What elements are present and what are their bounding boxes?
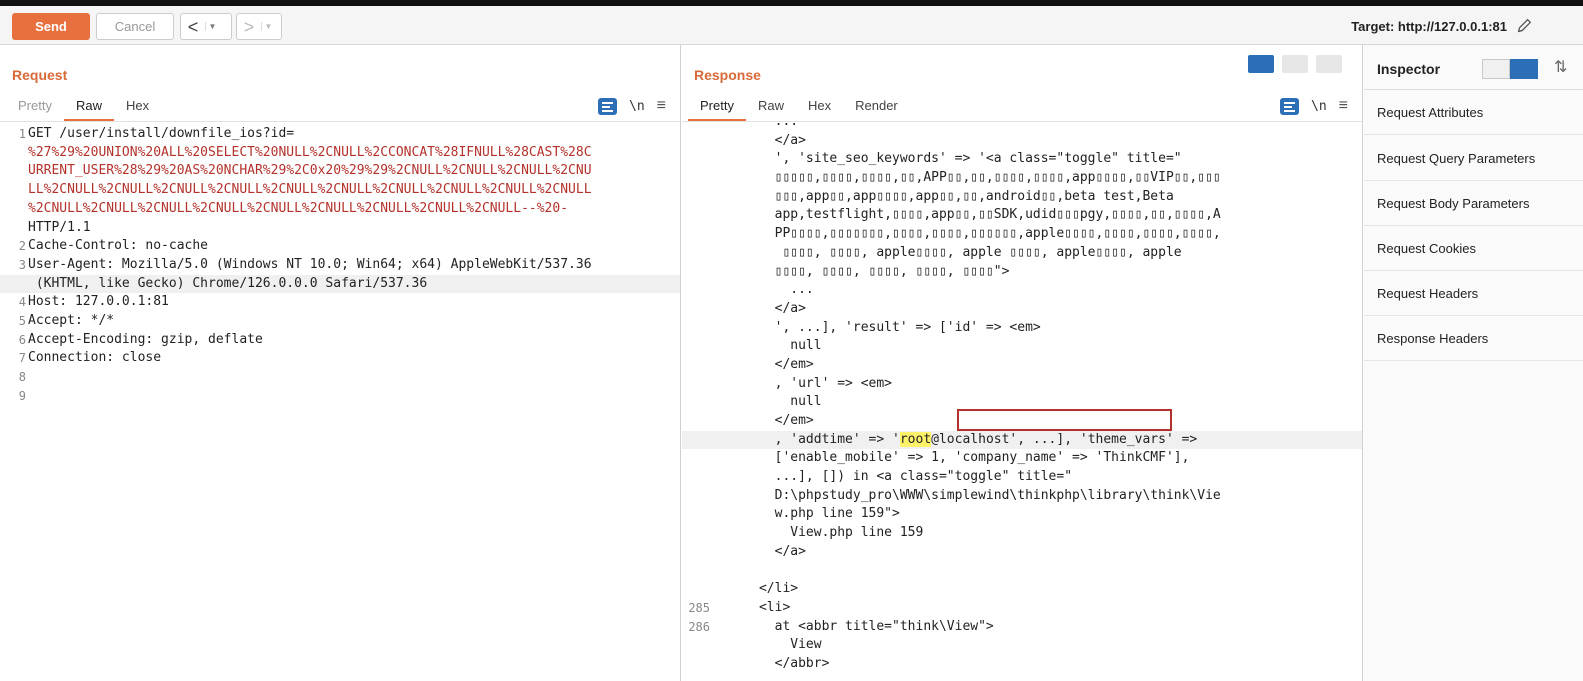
split-view-icon[interactable] <box>1248 55 1274 73</box>
code-line: </li> <box>712 581 799 597</box>
request-title: Request <box>12 67 68 83</box>
forward-button-group[interactable]: > ▼ <box>236 13 282 40</box>
code-line: </a> <box>712 300 806 316</box>
tab-hex[interactable]: Hex <box>114 95 161 121</box>
highlighted-token: root <box>899 431 932 447</box>
code-line: , 'url' => <em> <box>712 375 893 391</box>
code-line: View <box>712 637 822 653</box>
code-line: </abbr> <box>712 655 830 671</box>
request-tabs: Pretty Raw Hex <box>6 95 161 121</box>
code-line: ... <box>712 114 799 129</box>
inspector-title: Inspector <box>1377 61 1441 77</box>
word-wrap-icon[interactable] <box>1280 97 1299 115</box>
response-title: Response <box>694 67 761 83</box>
code-line: LL%2CNULL%2CNULL%2CNULL%2CNULL%2CNULL%2C… <box>28 182 592 198</box>
pencil-icon[interactable] <box>1515 16 1533 36</box>
back-button-group[interactable]: < ▼ <box>180 13 232 40</box>
send-button[interactable]: Send <box>12 13 90 40</box>
code-line: ▯▯▯▯, ▯▯▯▯, apple▯▯▯▯, apple ▯▯▯▯, apple… <box>712 244 1182 260</box>
code-line: ...], []) in <a class="toggle" title=" <box>712 469 1073 485</box>
code-line: 6 Accept-Encoding: gzip, deflate <box>18 331 263 347</box>
inspector-pane: Inspector ⇅ Request Attributes Request Q… <box>1364 45 1583 681</box>
target-label: Target: http://127.0.0.1:81 <box>1351 19 1507 34</box>
code-line: View.php line 159 <box>712 525 924 541</box>
tab-pretty[interactable]: Pretty <box>6 95 64 121</box>
inspector-item-request-headers[interactable]: Request Headers <box>1364 271 1583 316</box>
code-line: ['enable_mobile' => 1, 'company_name' =>… <box>712 450 1190 466</box>
inspector-item-request-body-parameters[interactable]: Request Body Parameters <box>1364 181 1583 226</box>
code-line: 1 GET /user/install/downfile_ios?id= <box>18 126 295 141</box>
code-line: 9 <box>18 388 26 403</box>
forward-dropdown-icon[interactable]: ▼ <box>261 22 275 31</box>
code-line: </a> <box>712 543 806 559</box>
code-line: </em> <box>712 356 814 372</box>
code-line: 5 Accept: */* <box>18 313 115 329</box>
layout-toggle <box>1248 55 1342 73</box>
menu-icon[interactable]: ≡ <box>657 97 666 115</box>
code-line: D:\phpstudy_pro\WWW\simplewind\thinkphp\… <box>712 487 1221 503</box>
inspector-layout-toggle[interactable] <box>1482 59 1538 79</box>
inspector-item-request-cookies[interactable]: Request Cookies <box>1364 226 1583 271</box>
code-line: 286 at <abbr title="think\View"> <box>688 618 994 634</box>
code-line: ... <box>712 282 814 298</box>
layout-left-icon[interactable] <box>1482 59 1510 79</box>
response-viewer[interactable]: ... </a> ', 'site_seo_keywords' => '<a c… <box>682 113 1362 681</box>
code-line: 3 User-Agent: Mozilla/5.0 (Windows NT 10.… <box>18 256 592 272</box>
code-line-highlighted: (KHTML, like Gecko) Chrome/126.0.0.0 Saf… <box>0 274 680 294</box>
code-line: null <box>712 338 822 354</box>
inspector-item-response-headers[interactable]: Response Headers <box>1364 316 1583 361</box>
code-line: 4 Host: 127.0.0.1:81 <box>18 294 169 310</box>
code-line: HTTP/1.1 <box>28 219 91 235</box>
inspector-header: Inspector ⇅ <box>1364 45 1583 90</box>
horizontal-view-icon[interactable] <box>1282 55 1308 73</box>
forward-arrow-icon[interactable]: > <box>237 18 261 36</box>
tab-raw[interactable]: Raw <box>63 95 114 121</box>
back-dropdown-icon[interactable]: ▼ <box>205 22 219 31</box>
request-pane: Request Pretty Raw Hex \n ≡ 1 GET /user/i… <box>0 45 681 681</box>
code-line: w.php line 159"> <box>712 506 900 522</box>
code-line: ▯▯▯,app▯▯,app▯▯▯▯,app▯▯,▯▯,android▯▯,bet… <box>712 188 1174 204</box>
code-line: PP▯▯▯▯,▯▯▯▯▯▯▯,▯▯▯▯,▯▯▯▯,▯▯▯▯▯▯,apple▯▯▯… <box>712 226 1221 242</box>
code-line: 2 Cache-Control: no-cache <box>18 238 209 254</box>
code-line-highlighted: , 'addtime' => 'root@localhost', ...], '… <box>682 430 1362 450</box>
inspector-item-request-attributes[interactable]: Request Attributes <box>1364 90 1583 135</box>
newline-icon[interactable]: \n <box>629 99 645 114</box>
newline-icon[interactable]: \n <box>1311 99 1327 114</box>
cancel-button[interactable]: Cancel <box>96 13 174 40</box>
code-line: ', ...], 'result' => ['id' => <em> <box>712 319 1041 335</box>
code-line: app,testflight,▯▯▯▯,app▯▯,▯▯SDK,udid▯▯▯p… <box>712 207 1221 223</box>
inspector-settings-icon[interactable]: ⇅ <box>1554 57 1567 77</box>
code-line: </a> <box>712 132 806 148</box>
highlight-box <box>957 409 1172 431</box>
back-arrow-icon[interactable]: < <box>181 18 205 36</box>
response-pane: Response Pretty Raw Hex Render \n ≡ ... … <box>682 45 1363 681</box>
code-line: 7 Connection: close <box>18 350 162 366</box>
layout-right-icon[interactable] <box>1510 59 1538 79</box>
code-line: %27%29%20UNION%20ALL%20SELECT%20NULL%2CN… <box>28 144 592 160</box>
top-toolbar: Send Cancel < ▼ > ▼ Target: http://127.0… <box>0 0 1583 45</box>
single-view-icon[interactable] <box>1316 55 1342 73</box>
request-editor[interactable]: 1 GET /user/install/downfile_ios?id= %27%… <box>0 123 680 681</box>
code-line: 285 <li> <box>688 599 791 615</box>
code-line: URRENT_USER%28%29%20AS%20NCHAR%29%2C0x20… <box>28 163 592 179</box>
code-line: ', 'site_seo_keywords' => '<a class="tog… <box>712 151 1182 167</box>
word-wrap-icon[interactable] <box>598 97 617 115</box>
request-tab-divider <box>0 121 680 122</box>
code-line: ▯▯▯▯▯,▯▯▯▯,▯▯▯▯,▯▯,APP▯▯,▯▯,▯▯▯▯,▯▯▯▯,ap… <box>712 170 1221 186</box>
code-line: %2CNULL%2CNULL%2CNULL%2CNULL%2CNULL%2CNU… <box>28 200 569 216</box>
inspector-item-request-query-parameters[interactable]: Request Query Parameters <box>1364 136 1583 181</box>
request-tool-icons: \n ≡ <box>598 95 666 117</box>
code-line: ▯▯▯▯, ▯▯▯▯, ▯▯▯▯, ▯▯▯▯, ▯▯▯▯"> <box>712 263 1010 279</box>
code-line: 8 <box>18 370 26 385</box>
